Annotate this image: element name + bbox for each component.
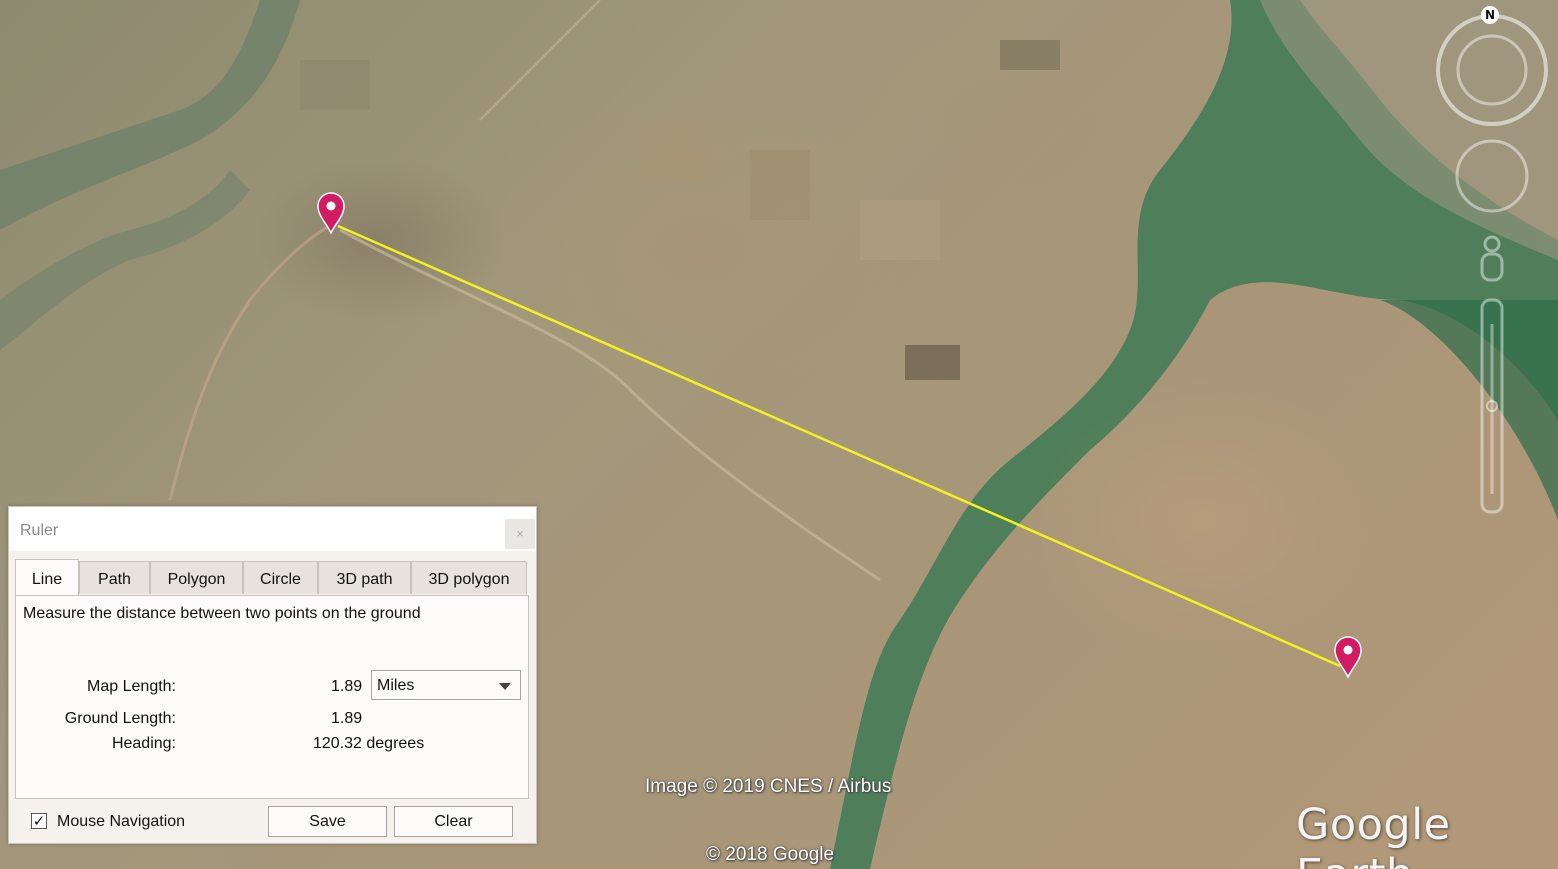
close-button[interactable]: ×	[505, 519, 535, 549]
chevron-down-icon	[499, 683, 511, 690]
mouse-navigation-checkbox[interactable]: ✓	[31, 813, 47, 830]
start-point-marker-icon[interactable]	[317, 192, 345, 234]
tab-polygon[interactable]: Polygon	[150, 561, 243, 594]
dialog-titlebar[interactable]: Ruler ×	[9, 507, 536, 551]
tab-line[interactable]: Line	[15, 559, 79, 595]
line-tab-panel: Measure the distance between two points …	[15, 595, 529, 799]
google-earth-logo: Google Earth	[1296, 800, 1451, 869]
map-length-value: 1.89	[331, 678, 363, 695]
close-icon: ×	[516, 526, 524, 541]
mouse-navigation-label[interactable]: Mouse Navigation	[57, 813, 185, 831]
save-button-label: Save	[309, 813, 346, 830]
ruler-dialog: Ruler × Line Path Polygon Circle 3D path…	[8, 506, 537, 844]
unit-select[interactable]: Miles	[371, 670, 521, 700]
tab-circle-label: Circle	[260, 571, 301, 588]
heading-label: Heading:	[111, 735, 176, 752]
copyright-notice: © 2018 Google	[706, 844, 835, 865]
clear-button-label: Clear	[434, 813, 473, 830]
imagery-credit: Image © 2019 CNES / Airbus	[645, 776, 892, 797]
north-label: N	[1484, 8, 1496, 22]
compass-north-badge[interactable]: N	[1481, 6, 1499, 24]
ground-length-value: 1.89	[331, 710, 363, 727]
zoom-slider-icon[interactable]	[1480, 298, 1504, 514]
tab-path-label: Path	[98, 571, 131, 588]
ground-length-label: Ground Length:	[64, 710, 176, 727]
tab-3d-path[interactable]: 3D path	[318, 561, 411, 594]
heading-value: 120.32 degrees	[313, 735, 425, 752]
tab-3d-path-label: 3D path	[336, 571, 393, 588]
dialog-title: Ruler	[20, 522, 59, 539]
tab-3d-polygon[interactable]: 3D polygon	[411, 561, 527, 594]
save-button[interactable]: Save	[268, 806, 387, 837]
tab-path[interactable]: Path	[79, 561, 150, 594]
tab-circle[interactable]: Circle	[243, 561, 318, 594]
street-view-pegman-icon[interactable]	[1480, 235, 1504, 282]
tab-line-label: Line	[31, 571, 63, 588]
unit-select-value: Miles	[377, 677, 415, 694]
navigation-controls[interactable]	[1430, 4, 1554, 524]
map-length-label: Map Length:	[87, 678, 176, 695]
tab-description: Measure the distance between two points …	[23, 605, 421, 622]
look-joystick-icon[interactable]	[1455, 139, 1529, 213]
tab-3d-polygon-label: 3D polygon	[428, 571, 510, 588]
compass-ring-icon[interactable]	[1436, 14, 1548, 126]
clear-button[interactable]: Clear	[394, 806, 513, 837]
tab-polygon-label: Polygon	[167, 571, 226, 588]
end-point-marker-icon[interactable]	[1334, 636, 1362, 678]
